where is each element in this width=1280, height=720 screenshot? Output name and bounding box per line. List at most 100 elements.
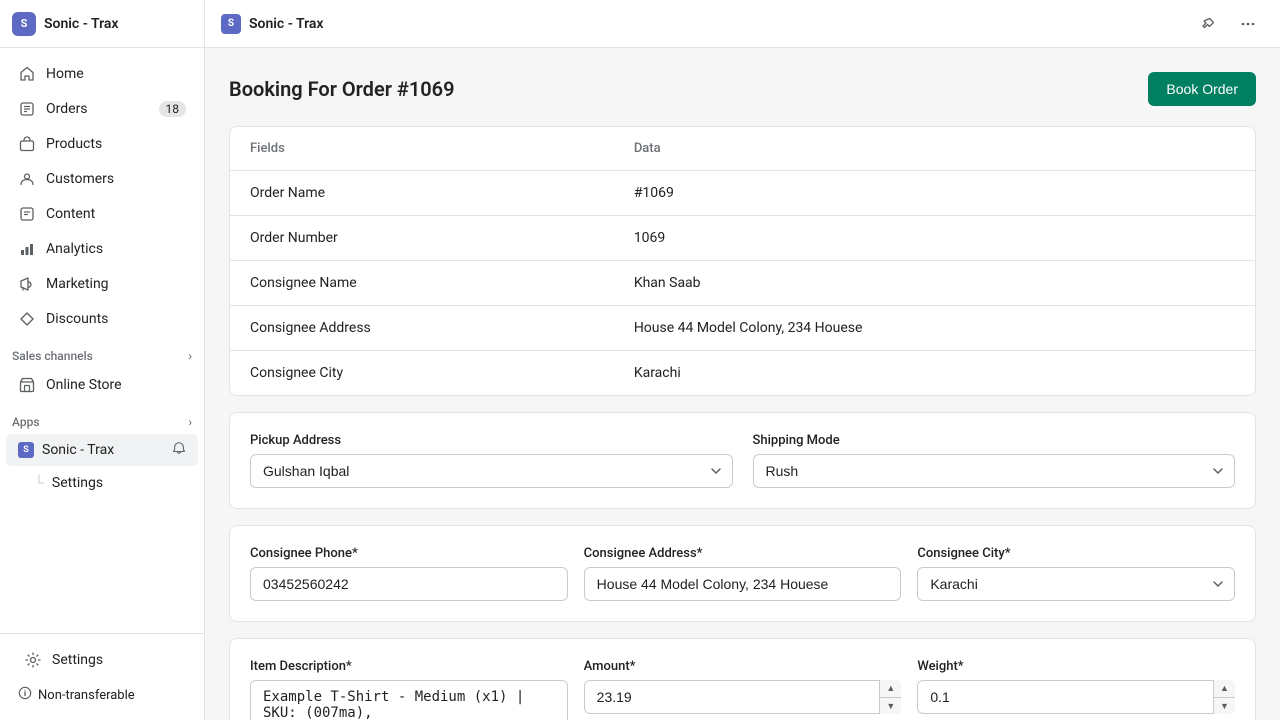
- book-order-button[interactable]: Book Order: [1148, 72, 1256, 106]
- sidebar-item-home[interactable]: Home: [6, 57, 198, 91]
- more-options-button[interactable]: [1232, 8, 1264, 40]
- shipping-mode-select[interactable]: RushStandardExpress: [753, 454, 1236, 488]
- pickup-address-select[interactable]: Gulshan Iqbal: [250, 454, 733, 488]
- info-icon: [18, 686, 32, 704]
- sidebar-item-settings[interactable]: Settings: [12, 643, 192, 677]
- table-cell-value: #1069: [614, 171, 1255, 216]
- order-table: Fields Data Order Name#1069Order Number1…: [230, 127, 1255, 395]
- table-row: Order Name#1069: [230, 171, 1255, 216]
- amount-input[interactable]: [584, 680, 902, 714]
- table-cell-field: Order Name: [230, 171, 614, 216]
- consignee-address-label: Consignee Address*: [584, 546, 902, 561]
- non-transferable-label: Non-transferable: [38, 688, 135, 703]
- weight-label: Weight*: [917, 659, 1235, 674]
- weight-decrement-button[interactable]: ▼: [1214, 697, 1235, 715]
- sidebar-nav: Home Orders 18 Products Customers: [0, 48, 204, 633]
- item-description-group: Item Description* Example T-Shirt - Medi…: [250, 659, 568, 720]
- store-icon: [18, 376, 36, 394]
- col-fields: Fields: [230, 127, 614, 171]
- item-description-textarea[interactable]: Example T-Shirt - Medium (x1) | SKU: (00…: [250, 680, 568, 720]
- pin-icon-button[interactable]: [1192, 8, 1224, 40]
- table-cell-field: Order Number: [230, 216, 614, 261]
- col-data: Data: [614, 127, 1255, 171]
- table-cell-field: Consignee Name: [230, 261, 614, 306]
- consignee-city-label: Consignee City*: [917, 546, 1235, 561]
- amount-group: Amount* ▲ ▼ Please confirm amount before…: [584, 659, 902, 720]
- non-transferable-row: Non-transferable: [6, 678, 198, 712]
- sidebar-item-analytics[interactable]: Analytics: [6, 232, 198, 266]
- sidebar-item-orders-label: Orders: [46, 101, 88, 117]
- sidebar-item-online-store[interactable]: Online Store: [6, 368, 198, 402]
- sales-channels-chevron: ›: [188, 349, 192, 363]
- apps-label: Apps: [12, 415, 40, 429]
- sidebar-item-analytics-label: Analytics: [46, 241, 103, 257]
- consignee-address-input[interactable]: [584, 567, 902, 601]
- consignee-form-card: Consignee Phone* Consignee Address* Cons…: [229, 525, 1256, 622]
- sidebar-item-online-store-label: Online Store: [46, 377, 122, 393]
- sidebar-item-home-label: Home: [46, 66, 84, 82]
- amount-label: Amount*: [584, 659, 902, 674]
- sidebar: S Sonic - Trax Home Orders 18 Products: [0, 0, 205, 720]
- item-form-row: Item Description* Example T-Shirt - Medi…: [250, 659, 1235, 720]
- table-cell-value: House 44 Model Colony, 234 Houese: [614, 306, 1255, 351]
- weight-increment-button[interactable]: ▲: [1214, 680, 1235, 697]
- consignee-form-row: Consignee Phone* Consignee Address* Cons…: [250, 546, 1235, 601]
- topbar: S Sonic - Trax: [205, 0, 1280, 48]
- bell-icon: [172, 441, 186, 459]
- consignee-phone-input[interactable]: [250, 567, 568, 601]
- consignee-phone-label: Consignee Phone*: [250, 546, 568, 561]
- table-cell-value: Karachi: [614, 351, 1255, 396]
- discounts-icon: [18, 310, 36, 328]
- amount-decrement-button[interactable]: ▼: [880, 697, 901, 715]
- page-header: Booking For Order #1069 Book Order: [229, 72, 1256, 106]
- sidebar-item-orders[interactable]: Orders 18: [6, 92, 198, 126]
- sidebar-item-settings-sub[interactable]: └ Settings: [6, 467, 198, 498]
- marketing-icon: [18, 275, 36, 293]
- sidebar-item-content[interactable]: Content: [6, 197, 198, 231]
- shipping-mode-group: Shipping Mode RushStandardExpress: [753, 433, 1236, 488]
- apps-chevron: ›: [188, 415, 192, 429]
- sidebar-item-products-label: Products: [46, 136, 102, 152]
- sonic-icon: S: [18, 442, 34, 458]
- table-cell-value: Khan Saab: [614, 261, 1255, 306]
- consignee-city-select[interactable]: Karachi: [917, 567, 1235, 601]
- sidebar-item-customers[interactable]: Customers: [6, 162, 198, 196]
- weight-spinners: ▲ ▼: [1213, 680, 1235, 714]
- table-row: Consignee CityKarachi: [230, 351, 1255, 396]
- amount-increment-button[interactable]: ▲: [880, 680, 901, 697]
- apps-section[interactable]: Apps ›: [0, 403, 204, 433]
- sidebar-item-content-label: Content: [46, 206, 95, 222]
- settings-icon: [24, 651, 42, 669]
- sidebar-settings-label: Settings: [52, 652, 103, 668]
- weight-input[interactable]: [917, 680, 1235, 714]
- sales-channels-section[interactable]: Sales channels ›: [0, 337, 204, 367]
- sidebar-item-marketing[interactable]: Marketing: [6, 267, 198, 301]
- sidebar-app-name: Sonic - Trax: [44, 16, 119, 32]
- sidebar-item-discounts[interactable]: Discounts: [6, 302, 198, 336]
- sidebar-header: S Sonic - Trax: [0, 0, 204, 48]
- orders-badge: 18: [159, 101, 187, 117]
- sidebar-item-discounts-label: Discounts: [46, 311, 108, 327]
- sidebar-item-sonic-label: Sonic - Trax: [42, 442, 114, 458]
- order-details-card: Fields Data Order Name#1069Order Number1…: [229, 126, 1256, 396]
- pickup-address-group: Pickup Address Gulshan Iqbal: [250, 433, 733, 488]
- topbar-title: Sonic - Trax: [249, 16, 1184, 32]
- main-content: Booking For Order #1069 Book Order Field…: [205, 48, 1280, 720]
- sidebar-item-settings-sub-label: Settings: [52, 475, 103, 491]
- topbar-icons: [1192, 8, 1264, 40]
- table-row: Consignee NameKhan Saab: [230, 261, 1255, 306]
- sidebar-item-sonic-trax[interactable]: S Sonic - Trax: [6, 434, 198, 466]
- page-title: Booking For Order #1069: [229, 77, 455, 101]
- sidebar-item-products[interactable]: Products: [6, 127, 198, 161]
- sidebar-item-customers-label: Customers: [46, 171, 114, 187]
- item-description-label: Item Description*: [250, 659, 568, 674]
- sidebar-bottom: Settings Non-transferable: [0, 633, 204, 720]
- sales-channels-label: Sales channels: [12, 349, 93, 363]
- weight-group: Weight* ▲ ▼: [917, 659, 1235, 720]
- shipping-mode-label: Shipping Mode: [753, 433, 1236, 448]
- table-row: Consignee AddressHouse 44 Model Colony, …: [230, 306, 1255, 351]
- amount-input-wrapper: ▲ ▼: [584, 680, 902, 714]
- home-icon: [18, 65, 36, 83]
- sidebar-logo: S: [12, 12, 36, 36]
- table-cell-field: Consignee City: [230, 351, 614, 396]
